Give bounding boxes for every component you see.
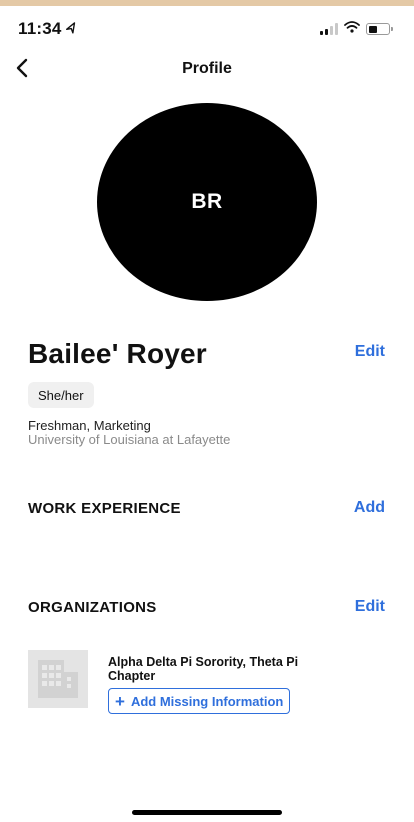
add-work-experience-button[interactable]: Add [354, 499, 385, 517]
status-icons [320, 20, 393, 38]
page-title: Profile [182, 60, 232, 77]
class-major-text: Freshman, Marketing [28, 418, 151, 433]
building-icon [28, 650, 88, 708]
avatar[interactable]: BR [97, 103, 317, 301]
cellular-signal-icon [320, 23, 338, 35]
location-arrow-icon [64, 20, 79, 37]
add-missing-information-label: Add Missing Information [130, 693, 284, 709]
pronoun-badge: She/her [28, 382, 94, 408]
add-missing-information-button[interactable]: + Add Missing Information [108, 688, 291, 714]
wifi-icon [344, 20, 360, 38]
work-experience-title: WORK EXPERIENCE [28, 500, 181, 517]
status-time: 11:34 [18, 19, 62, 38]
edit-profile-button[interactable]: Edit [355, 343, 385, 361]
nav-bar: Profile [0, 52, 414, 88]
profile-name: Bailee' Royer [28, 338, 207, 369]
status-time-group: 11:34 [18, 19, 77, 39]
home-indicator[interactable] [132, 810, 282, 815]
plus-icon: + [115, 691, 125, 711]
organizations-title: ORGANIZATIONS [28, 599, 157, 616]
avatar-initials: BR [191, 190, 223, 213]
battery-icon [366, 23, 393, 35]
organization-name[interactable]: Alpha Delta Pi Sorority, Theta Pi Chapte… [108, 655, 328, 683]
status-bar: 11:34 [0, 6, 414, 52]
edit-organizations-button[interactable]: Edit [355, 598, 385, 616]
school-text: University of Louisiana at Lafayette [28, 432, 231, 447]
